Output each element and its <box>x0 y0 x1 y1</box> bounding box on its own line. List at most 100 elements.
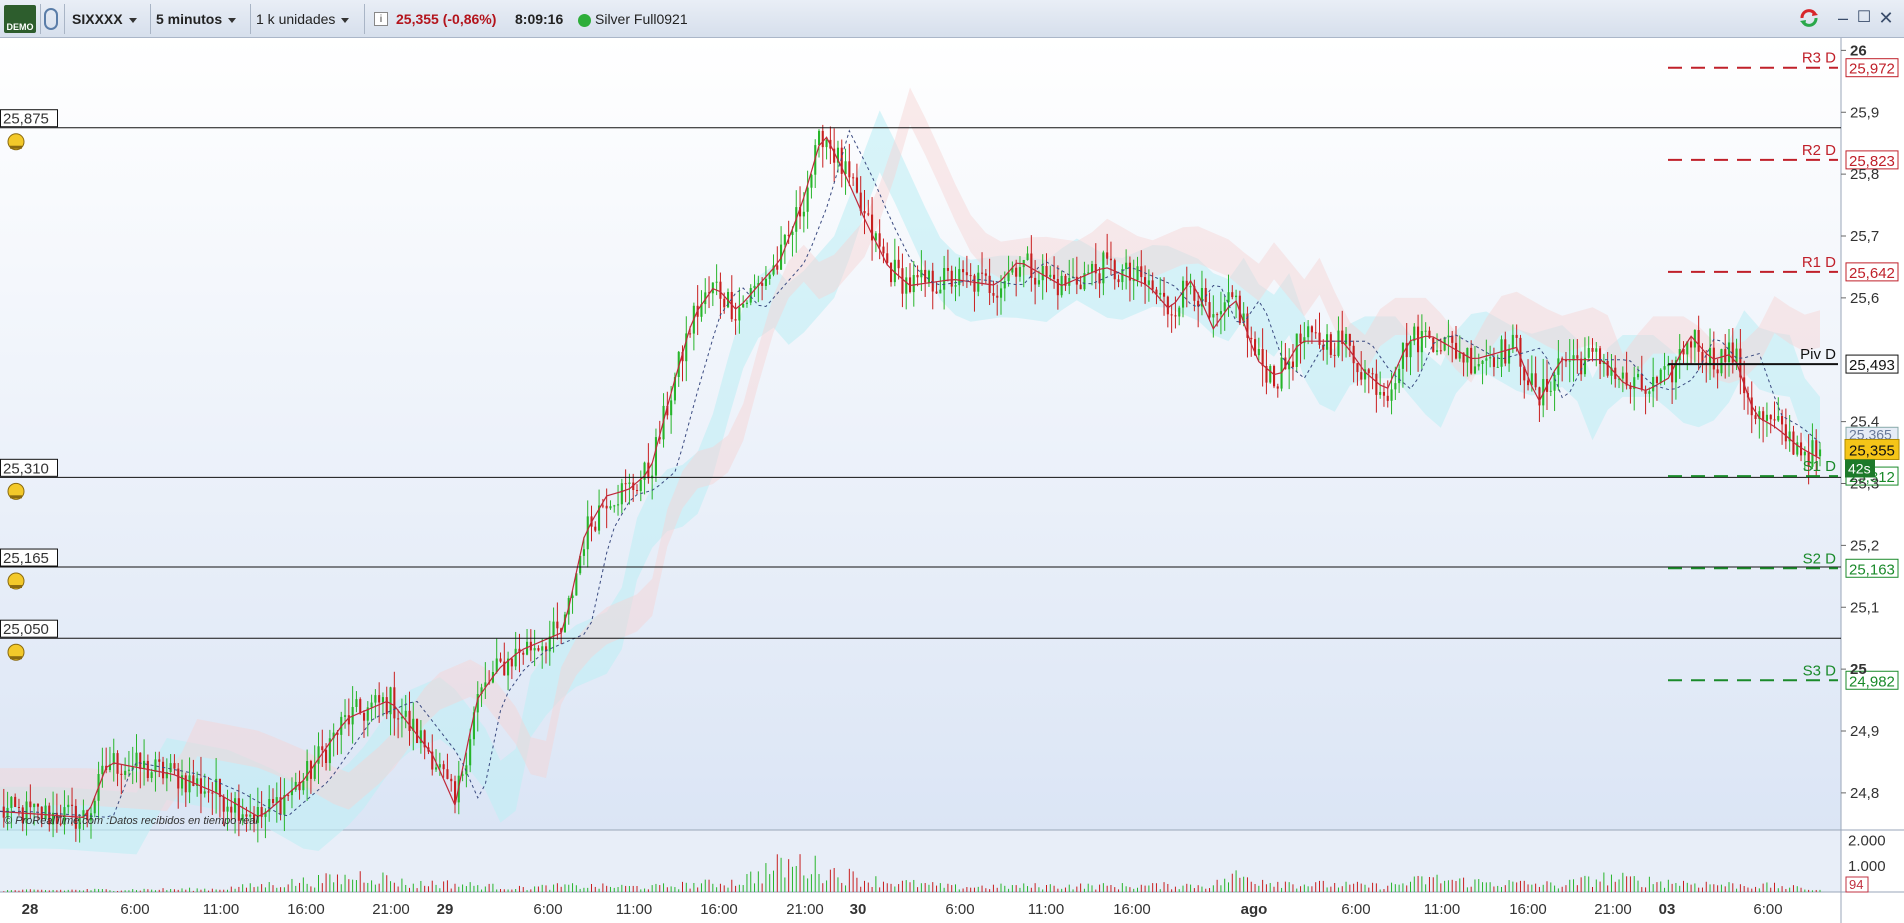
candle-body <box>924 269 927 283</box>
timeframe-selector[interactable]: 5 minutos <box>156 5 237 33</box>
candle-body <box>143 760 146 769</box>
candle-body <box>1470 347 1473 374</box>
toolbar-separator <box>364 4 365 34</box>
pivot-value: 25,163 <box>1849 561 1895 578</box>
candle-body <box>852 177 855 179</box>
candle-body <box>605 505 608 509</box>
candle-body <box>347 715 350 725</box>
candle-body <box>1652 377 1655 392</box>
time-tick-label: 21:00 <box>786 901 824 918</box>
candle-body <box>1098 273 1101 284</box>
candle-body <box>946 268 949 271</box>
candle-body <box>370 702 373 708</box>
candle-body <box>1439 350 1442 352</box>
time-tick-label: 03 <box>1659 901 1676 918</box>
candle-body <box>1819 449 1822 457</box>
candle-body <box>188 775 191 793</box>
candle-body <box>954 285 957 287</box>
candle-body <box>1132 280 1135 282</box>
candle-body <box>1379 392 1382 395</box>
price-tick-label: 25,7 <box>1850 228 1879 245</box>
candle-body <box>1235 295 1238 298</box>
time-tick-label: 28 <box>22 901 39 918</box>
candle-body <box>1489 357 1492 359</box>
candle-body <box>715 281 718 283</box>
refresh-icon[interactable] <box>1798 7 1820 29</box>
minimize-button[interactable]: – <box>1833 8 1853 28</box>
candle-body <box>234 798 237 813</box>
link-icon[interactable] <box>44 8 58 30</box>
candle-body <box>1515 334 1518 338</box>
plot-background <box>0 38 1841 830</box>
candle-body <box>378 695 381 703</box>
pivot-label: R2 D <box>1802 142 1836 159</box>
alert-label: 25,875 <box>3 111 49 128</box>
units-selector[interactable]: 1 k unidades <box>256 5 350 33</box>
candle-body <box>1174 315 1177 317</box>
candle-body <box>1269 366 1272 383</box>
candle-body <box>446 769 449 779</box>
candle-body <box>628 482 631 484</box>
candle-body <box>1481 360 1484 364</box>
candle-body <box>162 761 165 779</box>
symbol-label: SIXXXX <box>72 11 123 27</box>
toolbar-separator <box>40 4 41 34</box>
candle-body <box>1508 348 1511 364</box>
candle-body <box>958 269 961 286</box>
candle-body <box>931 270 934 292</box>
candle-body <box>1045 266 1048 277</box>
candle-body <box>302 780 305 791</box>
time-tick-label: 21:00 <box>1594 901 1632 918</box>
price-tick-label: 25,9 <box>1850 104 1879 121</box>
candle-body <box>1496 366 1499 368</box>
symbol-selector[interactable]: SIXXXX <box>72 5 137 33</box>
candle-body <box>1621 372 1624 379</box>
chevron-down-icon <box>128 17 137 23</box>
candle-body <box>510 658 513 667</box>
candle-body <box>905 277 908 294</box>
candle-body <box>1576 355 1579 359</box>
chart-toolbar: DEMO SIXXXX 5 minutos 1 k unidades i 25,… <box>0 0 1904 38</box>
candle-body <box>1773 419 1776 421</box>
candle-body <box>1102 252 1105 284</box>
toolbar-separator <box>250 4 251 34</box>
candle-body <box>226 806 229 812</box>
candle-body <box>139 752 142 770</box>
info-icon[interactable]: i <box>374 12 388 26</box>
candle-body <box>381 697 384 703</box>
candle-body <box>810 174 813 188</box>
candle-body <box>17 807 20 808</box>
candle-body <box>855 177 858 193</box>
candle-body <box>1784 424 1787 442</box>
close-button[interactable]: ✕ <box>1876 8 1896 28</box>
candle-body <box>1754 415 1757 419</box>
candle-body <box>1815 440 1818 457</box>
time-tick-label: 6:00 <box>120 901 149 918</box>
candle-body <box>1049 274 1052 277</box>
candle-body <box>969 275 972 277</box>
candle-body <box>150 772 153 778</box>
candle-body <box>1000 288 1003 298</box>
candle-body <box>711 282 714 294</box>
candle-body <box>1690 341 1693 348</box>
price-chart[interactable]: 25,875 25,310 25,165 25,050 R3 D 25,972 R2 D 2… <box>0 38 1904 923</box>
candle-body <box>639 479 642 491</box>
candle-body <box>469 739 472 766</box>
candle-body <box>1307 326 1310 338</box>
candle-body <box>1375 373 1378 395</box>
maximize-button[interactable]: ☐ <box>1854 8 1874 28</box>
candle-body <box>1159 292 1162 295</box>
candle-body <box>306 761 309 781</box>
candle-body <box>806 187 809 212</box>
candle-body <box>1417 326 1420 353</box>
time-tick-label: 30 <box>850 901 867 918</box>
candle-body <box>821 130 824 148</box>
price-tick-label: 25,2 <box>1850 537 1879 554</box>
candle-body <box>230 806 233 813</box>
toolbar-separator <box>150 4 151 34</box>
candle-body <box>992 293 995 296</box>
candle-body <box>1655 377 1658 383</box>
candle-body <box>761 283 764 286</box>
candle-body <box>438 764 441 768</box>
candle-body <box>1178 307 1181 317</box>
